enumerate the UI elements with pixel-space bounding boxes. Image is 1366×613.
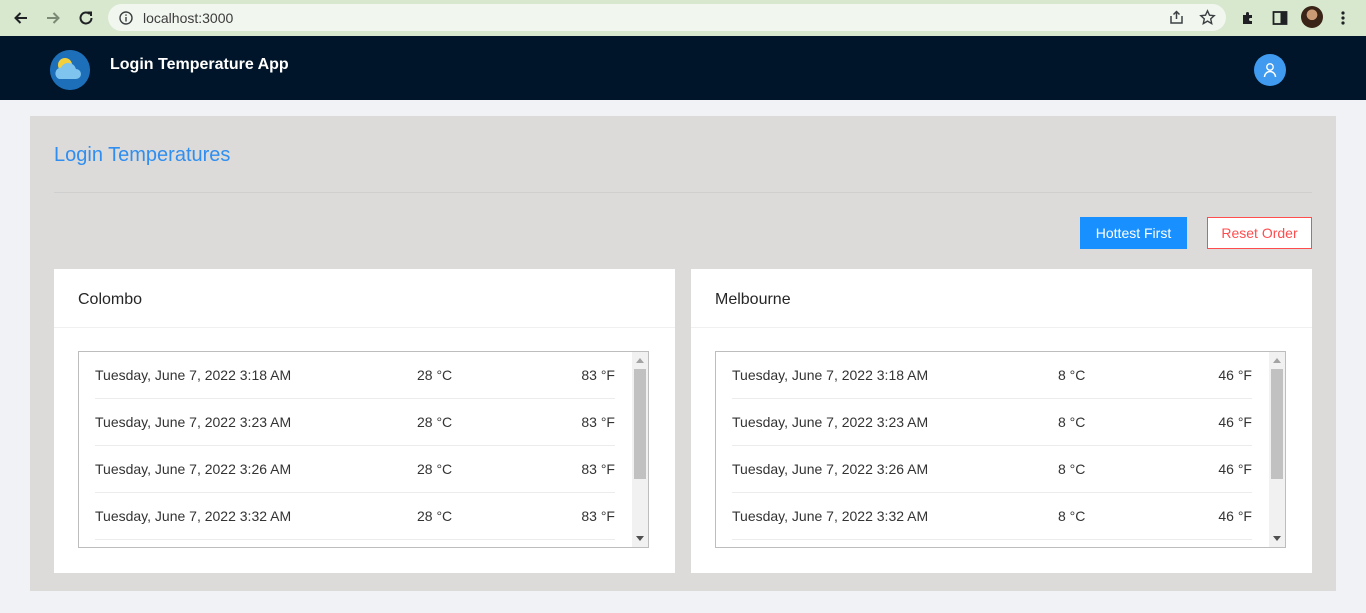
temp-fahrenheit: 83 °F	[581, 461, 615, 477]
app-title: Login Temperature App	[110, 56, 289, 73]
user-avatar-button[interactable]	[1254, 54, 1286, 86]
temp-celsius: 28 °C	[417, 508, 453, 524]
temp-fahrenheit: 46 °F	[1218, 414, 1252, 430]
triangle-up-icon	[1273, 358, 1281, 363]
list-item: Tuesday, June 7, 2022 3:32 AM 8 °C 46 °F	[732, 493, 1252, 540]
side-panel-icon	[1272, 11, 1288, 25]
scrollbar[interactable]	[632, 352, 648, 547]
city-card-colombo: Colombo Tuesday, June 7, 2022 3:18 AM 28…	[54, 269, 675, 573]
profile-avatar[interactable]	[1301, 6, 1323, 28]
temp-celsius: 28 °C	[417, 414, 453, 430]
url-text: localhost:3000	[143, 10, 234, 26]
reset-order-button[interactable]: Reset Order	[1207, 217, 1312, 249]
scroll-down-button[interactable]	[1269, 531, 1285, 547]
hottest-first-button[interactable]: Hottest First	[1080, 217, 1187, 249]
scrollbar-thumb[interactable]	[634, 369, 646, 479]
temp-celsius: 8 °C	[1058, 367, 1086, 383]
arrow-right-icon	[47, 12, 60, 24]
kebab-menu-icon	[1341, 11, 1345, 25]
card-header: Colombo	[54, 269, 675, 328]
temp-fahrenheit: 46 °F	[1218, 508, 1252, 524]
temp-fahrenheit: 83 °F	[581, 367, 615, 383]
login-date: Tuesday, June 7, 2022 3:18 AM	[732, 367, 929, 383]
temperature-list[interactable]: Tuesday, June 7, 2022 3:18 AM 28 °C 83 °…	[78, 351, 649, 548]
list-item: Tuesday, June 7, 2022 3:26 AM 28 °C 83 °…	[95, 446, 615, 493]
triangle-up-icon	[636, 358, 644, 363]
card-title: Melbourne	[715, 291, 791, 308]
temp-celsius: 8 °C	[1058, 508, 1086, 524]
temp-celsius: 28 °C	[417, 461, 453, 477]
star-icon[interactable]	[1199, 9, 1216, 26]
scroll-up-button[interactable]	[632, 352, 648, 368]
list-item: Tuesday, June 7, 2022 3:32 AM 28 °C 83 °…	[95, 493, 615, 540]
divider	[54, 192, 1312, 193]
temp-fahrenheit: 46 °F	[1218, 367, 1252, 383]
temp-celsius: 8 °C	[1058, 414, 1086, 430]
list-item: Tuesday, June 7, 2022 3:18 AM 28 °C 83 °…	[95, 352, 615, 399]
list-item: Tuesday, June 7, 2022 3:23 AM 28 °C 83 °…	[95, 399, 615, 446]
app-header: Login Temperature App	[0, 36, 1366, 100]
user-icon	[1263, 63, 1277, 78]
scrollbar[interactable]	[1269, 352, 1285, 547]
browser-toolbar: localhost:3000	[0, 0, 1366, 36]
reload-button[interactable]	[75, 7, 97, 29]
address-bar[interactable]: localhost:3000	[108, 4, 1226, 31]
scroll-up-button[interactable]	[1269, 352, 1285, 368]
list-item: Tuesday, June 7, 2022 3:18 AM 8 °C 46 °F	[732, 352, 1252, 399]
city-card-melbourne: Melbourne Tuesday, June 7, 2022 3:18 AM …	[691, 269, 1312, 573]
temp-fahrenheit: 46 °F	[1218, 461, 1252, 477]
info-icon	[119, 11, 133, 25]
card-title: Colombo	[78, 291, 143, 308]
list-item: Tuesday, June 7, 2022 3:26 AM 8 °C 46 °F	[732, 446, 1252, 493]
page-title: Login Temperatures	[54, 144, 231, 166]
temp-fahrenheit: 83 °F	[581, 508, 615, 524]
share-icon[interactable]	[1168, 9, 1185, 26]
app-logo	[50, 50, 90, 90]
extensions-button[interactable]	[1238, 8, 1258, 28]
login-date: Tuesday, June 7, 2022 3:26 AM	[732, 461, 929, 477]
triangle-down-icon	[1273, 536, 1281, 541]
temp-celsius: 8 °C	[1058, 461, 1086, 477]
arrow-left-icon	[14, 12, 27, 24]
scrollbar-thumb[interactable]	[1271, 369, 1283, 479]
back-button[interactable]	[10, 7, 32, 29]
login-date: Tuesday, June 7, 2022 3:26 AM	[95, 461, 292, 477]
login-date: Tuesday, June 7, 2022 3:32 AM	[95, 508, 292, 524]
login-date: Tuesday, June 7, 2022 3:32 AM	[732, 508, 929, 524]
forward-button[interactable]	[42, 7, 64, 29]
browser-menu-button[interactable]	[1333, 8, 1353, 28]
scroll-down-button[interactable]	[632, 531, 648, 547]
temp-fahrenheit: 83 °F	[581, 414, 615, 430]
card-header: Melbourne	[691, 269, 1312, 328]
triangle-down-icon	[636, 536, 644, 541]
reload-icon	[79, 11, 93, 25]
temperature-list[interactable]: Tuesday, June 7, 2022 3:18 AM 8 °C 46 °F…	[715, 351, 1286, 548]
login-date: Tuesday, June 7, 2022 3:23 AM	[95, 414, 292, 430]
puzzle-icon	[1242, 11, 1252, 24]
login-date: Tuesday, June 7, 2022 3:23 AM	[732, 414, 929, 430]
weather-cloud-sun-icon	[50, 50, 90, 90]
login-date: Tuesday, June 7, 2022 3:18 AM	[95, 367, 292, 383]
temp-celsius: 28 °C	[417, 367, 453, 383]
content-panel: Login Temperatures Hottest First Reset O…	[30, 116, 1336, 591]
side-panel-button[interactable]	[1270, 8, 1290, 28]
list-item: Tuesday, June 7, 2022 3:23 AM 8 °C 46 °F	[732, 399, 1252, 446]
